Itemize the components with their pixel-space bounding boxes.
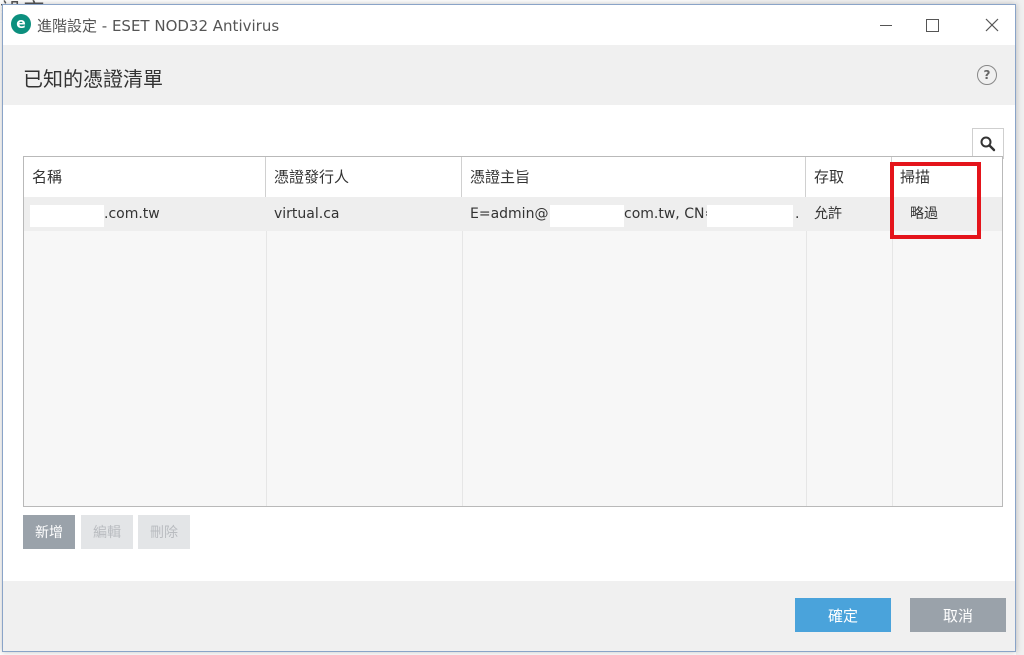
help-icon[interactable]: ?: [977, 65, 997, 85]
certificate-table: 名稱 憑證發行人 憑證主旨 存取 掃描 .com.tw virtual.ca E…: [23, 156, 1003, 507]
app-logo-icon: e: [11, 14, 31, 34]
search-icon: [980, 136, 996, 152]
column-header-subject[interactable]: 憑證主旨: [462, 157, 806, 197]
close-button[interactable]: [969, 5, 1015, 45]
window-title: 進階設定 - ESET NOD32 Antivirus: [37, 17, 280, 35]
cell-access: 允許: [814, 206, 842, 222]
add-button[interactable]: 新增: [23, 515, 75, 549]
page-title: 已知的憑證清單: [23, 67, 163, 91]
page-header: 已知的憑證清單 ?: [3, 45, 1015, 105]
cancel-button[interactable]: 取消: [910, 598, 1006, 632]
close-icon: [985, 18, 999, 32]
column-divider: [806, 197, 807, 506]
search-button[interactable]: [972, 128, 1004, 159]
column-divider: [892, 197, 893, 506]
redacted-area: [707, 205, 793, 227]
maximize-button[interactable]: [909, 5, 955, 45]
title-bar[interactable]: e 進階設定 - ESET NOD32 Antivirus: [3, 5, 1015, 45]
minimize-icon: [880, 24, 892, 26]
delete-button[interactable]: 刪除: [138, 515, 190, 549]
minimize-button[interactable]: [863, 5, 909, 45]
background-edge: [1016, 0, 1024, 655]
edit-button[interactable]: 編輯: [81, 515, 133, 549]
column-header-issuer[interactable]: 憑證發行人: [266, 157, 462, 197]
cell-subject-end: .: [795, 206, 800, 222]
column-divider: [266, 197, 267, 506]
cell-subject-mid: com.tw, CN=: [624, 206, 717, 222]
cell-name: .com.tw: [104, 206, 160, 222]
advanced-settings-dialog: e 進階設定 - ESET NOD32 Antivirus 已知的憑證清單 ? …: [2, 4, 1016, 652]
highlight-annotation: [890, 162, 981, 239]
maximize-icon: [925, 18, 939, 32]
redacted-area: [550, 205, 624, 227]
cell-subject-prefix: E=admin@: [470, 206, 549, 222]
redacted-area: [30, 205, 104, 227]
column-divider: [462, 197, 463, 506]
column-header-name[interactable]: 名稱: [24, 157, 266, 197]
ok-button[interactable]: 確定: [795, 598, 891, 632]
column-header-access[interactable]: 存取: [806, 157, 892, 197]
cell-issuer: virtual.ca: [274, 206, 340, 222]
